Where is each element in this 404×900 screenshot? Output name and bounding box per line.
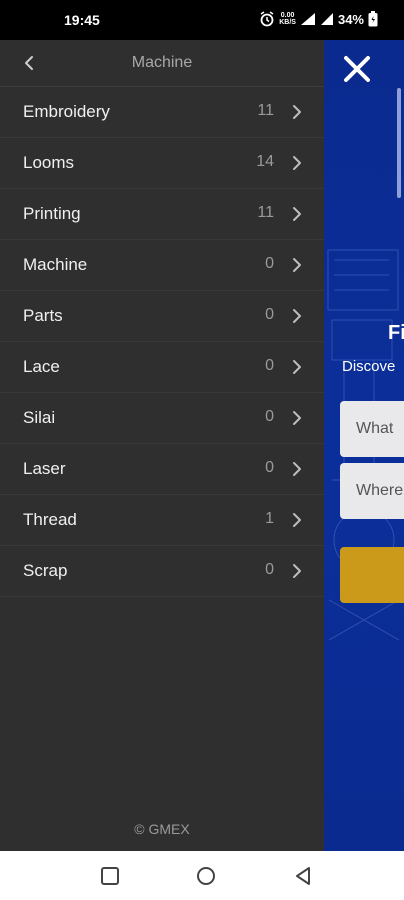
navigation-bar: [0, 851, 404, 900]
circle-icon[interactable]: [195, 865, 217, 887]
category-item-printing[interactable]: Printing 11: [0, 189, 324, 240]
category-item-embroidery[interactable]: Embroidery 11: [0, 87, 324, 138]
category-label: Laser: [23, 459, 66, 478]
chevron-right-icon: [293, 462, 301, 476]
category-count: 0: [265, 459, 274, 476]
what-input[interactable]: What: [340, 401, 404, 457]
triangle-back-icon[interactable]: [292, 865, 314, 887]
battery-icon: [368, 11, 378, 27]
drawer-header: Machine: [0, 40, 324, 87]
drawer-footer: © GMEX: [134, 821, 190, 837]
category-item-silai[interactable]: Silai 0: [0, 393, 324, 444]
network-speed-value: 0.00: [280, 12, 295, 19]
category-count: 14: [256, 153, 274, 170]
category-label: Looms: [23, 153, 75, 172]
background-screen: Fi Discove What Where: [324, 40, 404, 851]
category-list: Embroidery 11 Looms 14 Printing 11 Machi…: [0, 87, 324, 597]
category-label: Embroidery: [23, 102, 110, 121]
category-count: 0: [265, 357, 274, 374]
chevron-right-icon: [293, 411, 301, 425]
chevron-right-icon: [293, 360, 301, 374]
category-label: Printing: [23, 204, 81, 223]
square-icon[interactable]: [99, 865, 121, 887]
chevron-right-icon: [293, 207, 301, 221]
chevron-right-icon: [293, 564, 301, 578]
status-time: 19:45: [64, 12, 100, 28]
category-count: 0: [265, 306, 274, 323]
category-label: Parts: [23, 306, 63, 325]
network-speed: 0.00 KB/S: [279, 12, 296, 26]
category-count: 11: [257, 102, 274, 119]
category-item-scrap[interactable]: Scrap 0: [0, 546, 324, 597]
signal-icon: [300, 13, 315, 25]
hero-heading: Fi: [388, 322, 404, 344]
category-label: Machine: [23, 255, 88, 274]
where-input[interactable]: Where: [340, 463, 404, 519]
chevron-right-icon: [293, 309, 301, 323]
category-label: Thread: [23, 510, 77, 529]
chevron-right-icon: [293, 513, 301, 527]
category-item-parts[interactable]: Parts 0: [0, 291, 324, 342]
alarm-icon: [260, 11, 274, 27]
category-count: 0: [265, 255, 274, 272]
hero-subtitle: Discove: [342, 358, 396, 375]
battery-percent: 34%: [337, 11, 364, 27]
signal-2-icon: [320, 13, 333, 25]
search-button[interactable]: [340, 547, 404, 603]
category-item-laser[interactable]: Laser 0: [0, 444, 324, 495]
chevron-right-icon: [293, 105, 301, 119]
chevron-right-icon: [293, 258, 301, 272]
network-speed-unit: KB/S: [279, 19, 296, 26]
category-count: 0: [265, 408, 274, 425]
close-icon[interactable]: [342, 54, 372, 84]
category-count: 1: [265, 510, 274, 527]
category-label: Scrap: [23, 561, 68, 580]
category-count: 11: [257, 204, 274, 221]
category-item-machine[interactable]: Machine 0: [0, 240, 324, 291]
status-bar: 19:45 0.00 KB/S 34%: [0, 0, 404, 40]
scrollbar[interactable]: [397, 88, 401, 198]
category-label: Silai: [23, 408, 56, 427]
category-drawer: Machine Embroidery 11 Looms 14 Printing …: [0, 40, 324, 851]
category-count: 0: [265, 561, 274, 578]
category-item-looms[interactable]: Looms 14: [0, 138, 324, 189]
status-icons: 0.00 KB/S 34%: [259, 11, 378, 27]
drawer-title: Machine: [131, 54, 193, 71]
category-label: Lace: [23, 357, 60, 376]
category-item-thread[interactable]: Thread 1: [0, 495, 324, 546]
chevron-right-icon: [293, 156, 301, 170]
category-item-lace[interactable]: Lace 0: [0, 342, 324, 393]
